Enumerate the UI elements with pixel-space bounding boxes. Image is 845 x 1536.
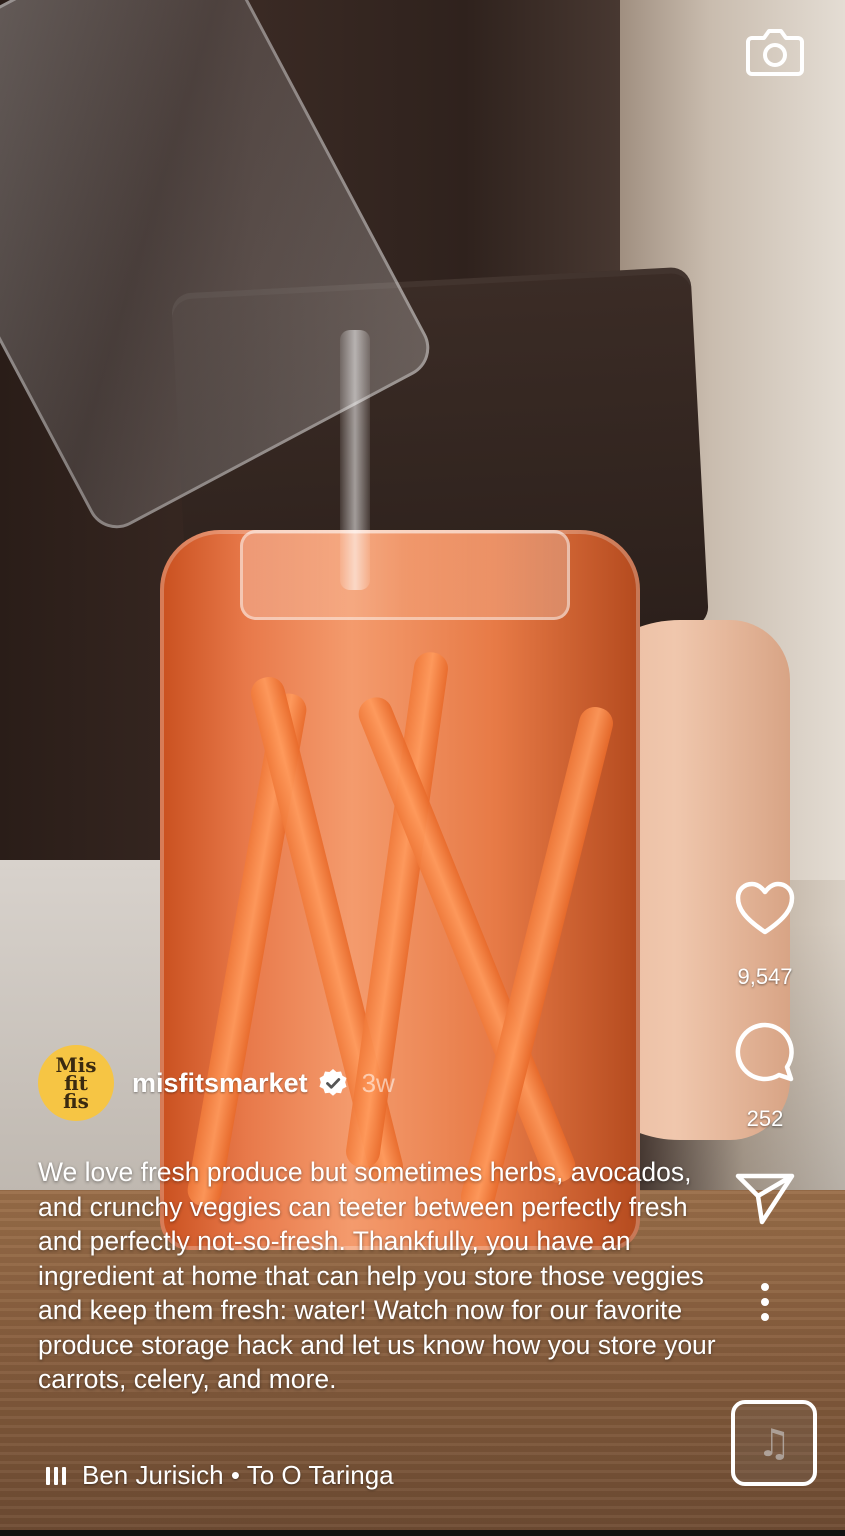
like-count[interactable]: 9,547 [737, 964, 792, 990]
music-note-icon: ♫ [756, 1421, 792, 1465]
like-action: 9,547 [734, 880, 796, 990]
more-options-button[interactable] [759, 1272, 771, 1332]
camera-icon [746, 29, 804, 76]
verified-badge-icon [319, 1069, 347, 1096]
audio-bars-icon [46, 1466, 70, 1485]
avatar-logo: Mis fit fis [55, 1053, 97, 1113]
video-jar [160, 530, 640, 1250]
video-jar-neck [240, 530, 570, 620]
comment-icon[interactable] [733, 1020, 797, 1084]
comment-action: 252 [733, 1020, 797, 1132]
comment-count[interactable]: 252 [747, 1106, 784, 1132]
audio-text: Ben Jurisich • To O Taringa [82, 1460, 394, 1490]
avatar[interactable]: Mis fit fis [38, 1045, 114, 1121]
author-username[interactable]: misfitsmarket [132, 1068, 308, 1099]
send-icon[interactable] [734, 1170, 796, 1226]
camera-button[interactable] [745, 22, 805, 82]
post-time: 3w [361, 1067, 395, 1098]
audio-thumbnail-button[interactable]: ♫ [731, 1400, 817, 1486]
post-author: Mis fit fis misfitsmarket 3w [38, 1045, 395, 1121]
post-caption[interactable]: We love fresh produce but sometimes herb… [38, 1155, 728, 1397]
audio-attribution[interactable]: Ben Jurisich • To O Taringa [46, 1460, 394, 1491]
share-action [734, 1170, 796, 1226]
more-vertical-icon [761, 1283, 769, 1321]
action-rail: 9,547 252 [715, 880, 815, 1332]
reel-screen: 9,547 252 ♫ Mis fit fis misfitsmarket 3w… [0, 0, 845, 1536]
heart-icon[interactable] [734, 880, 796, 936]
bottom-bar [0, 1530, 845, 1536]
